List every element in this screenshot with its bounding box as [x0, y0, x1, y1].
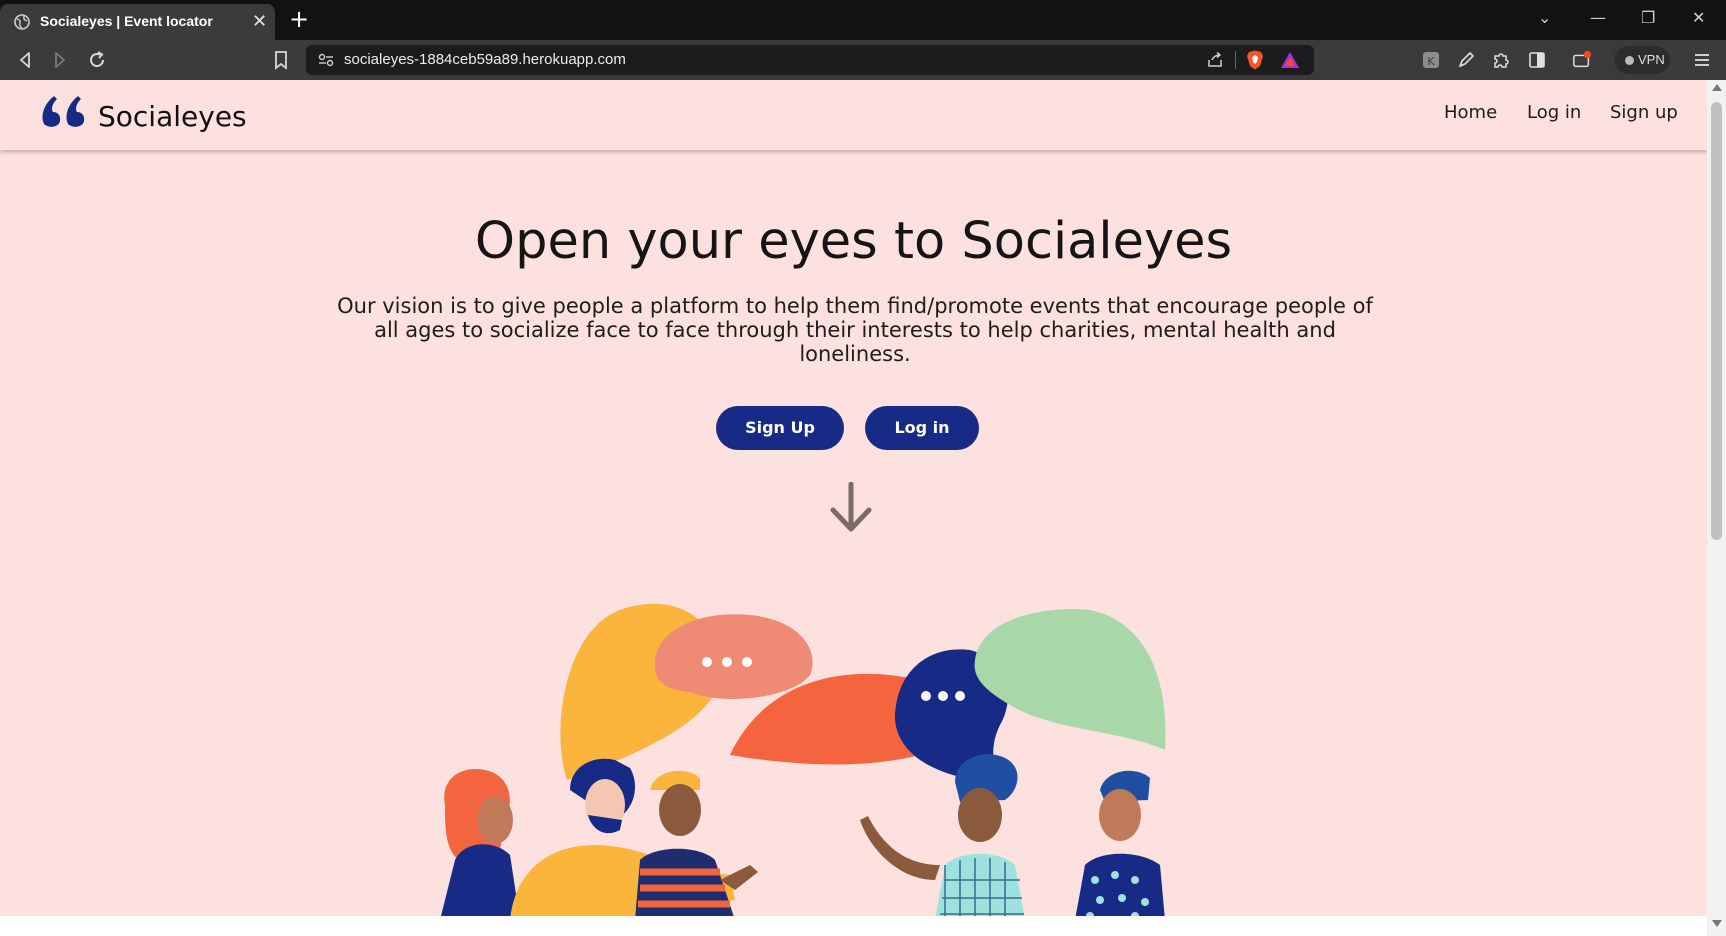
- brand-logo[interactable]: Socialeyes: [40, 90, 280, 140]
- quote-icon: [42, 96, 85, 127]
- url-text: socialeyes-1884ceb59a89.herokuapp.com: [344, 51, 626, 68]
- bookmark-icon[interactable]: [268, 47, 294, 73]
- back-icon[interactable]: [12, 47, 38, 73]
- nav-signup-link[interactable]: Sign up: [1610, 102, 1678, 123]
- browser-titlebar: Socialeyes | Event locator ✕ + ⌄ — ❐ ✕: [0, 0, 1726, 40]
- site-settings-icon[interactable]: [318, 53, 334, 67]
- share-icon[interactable]: [1206, 51, 1224, 69]
- people-talking-illustration: [441, 603, 1166, 916]
- browser-toolbar: socialeyes-1884ceb59a89.herokuapp.com K: [0, 40, 1726, 80]
- address-bar[interactable]: socialeyes-1884ceb59a89.herokuapp.com: [306, 45, 1314, 75]
- pen-icon[interactable]: [1456, 50, 1476, 70]
- extension-icon[interactable]: K: [1421, 50, 1441, 70]
- scroll-up-icon[interactable]: [1712, 84, 1722, 91]
- wallet-icon[interactable]: [1572, 50, 1592, 70]
- page-content: Socialeyes Home Log in Sign up Open your…: [0, 80, 1707, 916]
- svg-text:K: K: [1427, 55, 1435, 68]
- page-bottom-edge: [0, 916, 1707, 936]
- forward-icon: [55, 52, 65, 68]
- vpn-status-icon: [1625, 56, 1634, 65]
- scroll-down-icon[interactable]: [1712, 920, 1722, 927]
- signup-button[interactable]: Sign Up: [716, 406, 844, 450]
- site-navbar: Socialeyes Home Log in Sign up: [0, 80, 1707, 150]
- window-close-icon[interactable]: ✕: [1692, 8, 1705, 27]
- reload-icon[interactable]: [84, 47, 110, 73]
- page-scrollbar[interactable]: [1707, 80, 1726, 936]
- close-icon[interactable]: ✕: [252, 11, 267, 32]
- vpn-button[interactable]: VPN: [1614, 46, 1670, 74]
- brave-rewards-icon[interactable]: [1280, 51, 1300, 69]
- brave-shield-icon[interactable]: [1246, 50, 1264, 70]
- chevron-down-icon[interactable]: ⌄: [1538, 8, 1551, 27]
- vpn-label: VPN: [1638, 52, 1665, 67]
- menu-icon[interactable]: [1692, 50, 1712, 70]
- browser-tab[interactable]: Socialeyes | Event locator ✕: [0, 4, 275, 40]
- divider: [1235, 51, 1236, 69]
- puzzle-icon[interactable]: [1491, 50, 1511, 70]
- globe-icon: [14, 14, 30, 30]
- tab-title: Socialeyes | Event locator: [40, 13, 213, 29]
- sidebar-icon[interactable]: [1527, 50, 1547, 70]
- minimize-icon[interactable]: —: [1590, 8, 1606, 27]
- scrollbar-thumb[interactable]: [1711, 102, 1722, 540]
- nav-home-link[interactable]: Home: [1444, 102, 1497, 123]
- login-button[interactable]: Log in: [865, 406, 979, 450]
- plus-icon[interactable]: +: [289, 5, 309, 33]
- brand-name: Socialeyes: [98, 100, 247, 133]
- restore-icon[interactable]: ❐: [1641, 8, 1655, 27]
- hero-description: Our vision is to give people a platform …: [337, 294, 1373, 366]
- hero-title: Open your eyes to Socialeyes: [474, 212, 1233, 271]
- nav-login-link[interactable]: Log in: [1527, 102, 1581, 123]
